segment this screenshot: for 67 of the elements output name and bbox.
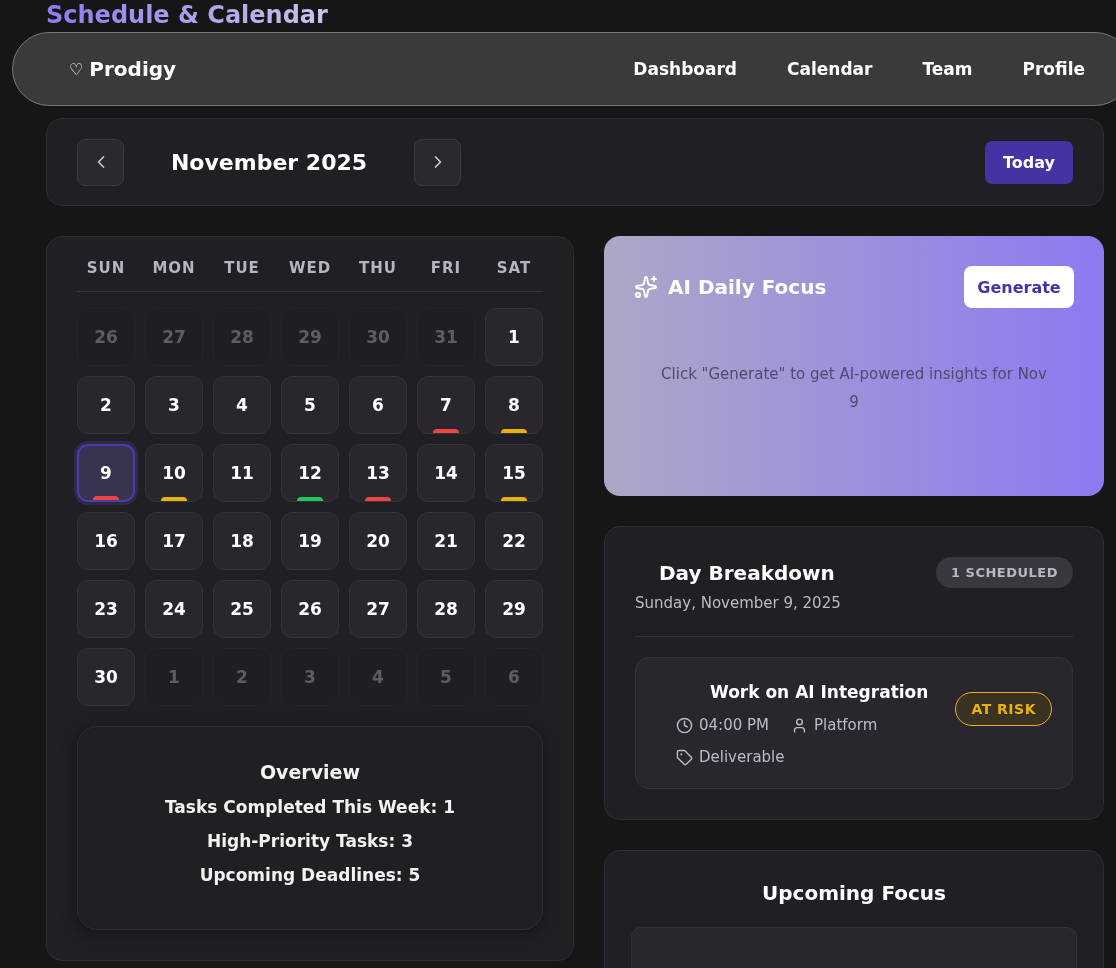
day-breakdown-title: Day Breakdown xyxy=(659,560,835,585)
weekday-label: THU xyxy=(358,259,398,277)
selected-date: Sunday, November 9, 2025 xyxy=(635,594,1073,637)
overview-stat: High-Priority Tasks: 3 xyxy=(206,831,413,851)
calendar-day[interactable]: 2 xyxy=(77,376,135,434)
calendar-day[interactable]: 23 xyxy=(77,580,135,638)
calendar-day[interactable]: 7 xyxy=(417,376,475,434)
upcoming-focus-title: Upcoming Focus xyxy=(761,881,947,905)
person-icon xyxy=(791,716,808,734)
task-title: Work on AI Integration xyxy=(710,682,930,702)
calendar-day[interactable]: 9 xyxy=(77,444,135,502)
month-title: November 2025 xyxy=(169,149,369,175)
tag-icon xyxy=(676,748,693,766)
calendar-day[interactable]: 14 xyxy=(417,444,475,502)
scheduled-count: 1 SCHEDULED xyxy=(935,557,1073,588)
calendar-day[interactable]: 5 xyxy=(281,376,339,434)
overview-title: Overview xyxy=(259,761,361,783)
calendar-day[interactable]: 1 xyxy=(485,308,543,366)
ai-focus-title: AI Daily Focus xyxy=(668,275,827,299)
calendar-day[interactable]: 13 xyxy=(349,444,407,502)
calendar-day[interactable]: 4 xyxy=(213,376,271,434)
calendar-day[interactable]: 17 xyxy=(145,512,203,570)
nav-link[interactable]: Profile xyxy=(1022,59,1085,79)
calendar-day[interactable]: 15 xyxy=(485,444,543,502)
weekday-label: MON xyxy=(151,259,197,277)
calendar-day[interactable]: 21 xyxy=(417,512,475,570)
previous-month-button[interactable] xyxy=(77,138,124,186)
calendar-day[interactable]: 12 xyxy=(281,444,339,502)
calendar-day[interactable]: 10 xyxy=(145,444,203,502)
calendar-day[interactable]: 30 xyxy=(77,648,135,706)
today-button[interactable]: Today xyxy=(985,140,1073,184)
task-time: 04:00 PM xyxy=(699,716,769,734)
task-owner: Platform xyxy=(814,716,878,734)
nav-link[interactable]: Team xyxy=(922,59,973,79)
status-badge: AT RISK xyxy=(955,692,1052,726)
nav-link[interactable]: Dashboard xyxy=(633,59,737,79)
calendar-day[interactable]: 22 xyxy=(485,512,543,570)
generate-button[interactable]: Generate xyxy=(964,266,1074,308)
next-month-button[interactable] xyxy=(414,138,461,186)
calendar-day[interactable]: 11 xyxy=(213,444,271,502)
calendar-day[interactable]: 3 xyxy=(145,376,203,434)
weekday-label: FRI xyxy=(429,259,463,277)
calendar-day[interactable]: 25 xyxy=(213,580,271,638)
overview-stat: Tasks Completed This Week: 1 xyxy=(164,797,456,817)
calendar-day[interactable]: 20 xyxy=(349,512,407,570)
calendar-day[interactable]: 6 xyxy=(349,376,407,434)
overview-stat: Upcoming Deadlines: 5 xyxy=(199,865,421,885)
weekday-label: SAT xyxy=(495,259,533,277)
brand-logo[interactable]: ♡ Prodigy xyxy=(69,57,584,81)
weekday-label: WED xyxy=(287,259,333,277)
weekday-label: TUE xyxy=(223,259,261,277)
calendar-day[interactable]: 29 xyxy=(485,580,543,638)
sparkles-icon xyxy=(634,275,658,299)
calendar-day[interactable]: 27 xyxy=(349,580,407,638)
calendar-day[interactable]: 24 xyxy=(145,580,203,638)
weekday-label: SUN xyxy=(85,259,127,277)
task-tag: Deliverable xyxy=(699,748,785,766)
calendar-day[interactable]: 19 xyxy=(281,512,339,570)
calendar-day[interactable]: 8 xyxy=(485,376,543,434)
task-card[interactable]: Work on AI Integration 04:00 PM Platform Deliverable AT RISK xyxy=(635,657,1073,789)
nav-link[interactable]: Calendar xyxy=(787,59,873,79)
calendar-day[interactable]: 16 xyxy=(77,512,135,570)
clock-icon xyxy=(676,716,693,734)
calendar-day[interactable]: 28 xyxy=(417,580,475,638)
calendar-day[interactable]: 18 xyxy=(213,512,271,570)
calendar-day[interactable]: 26 xyxy=(281,580,339,638)
ai-hint: Click "Generate" to get AI-powered insights for Nov 9 xyxy=(660,364,1048,413)
